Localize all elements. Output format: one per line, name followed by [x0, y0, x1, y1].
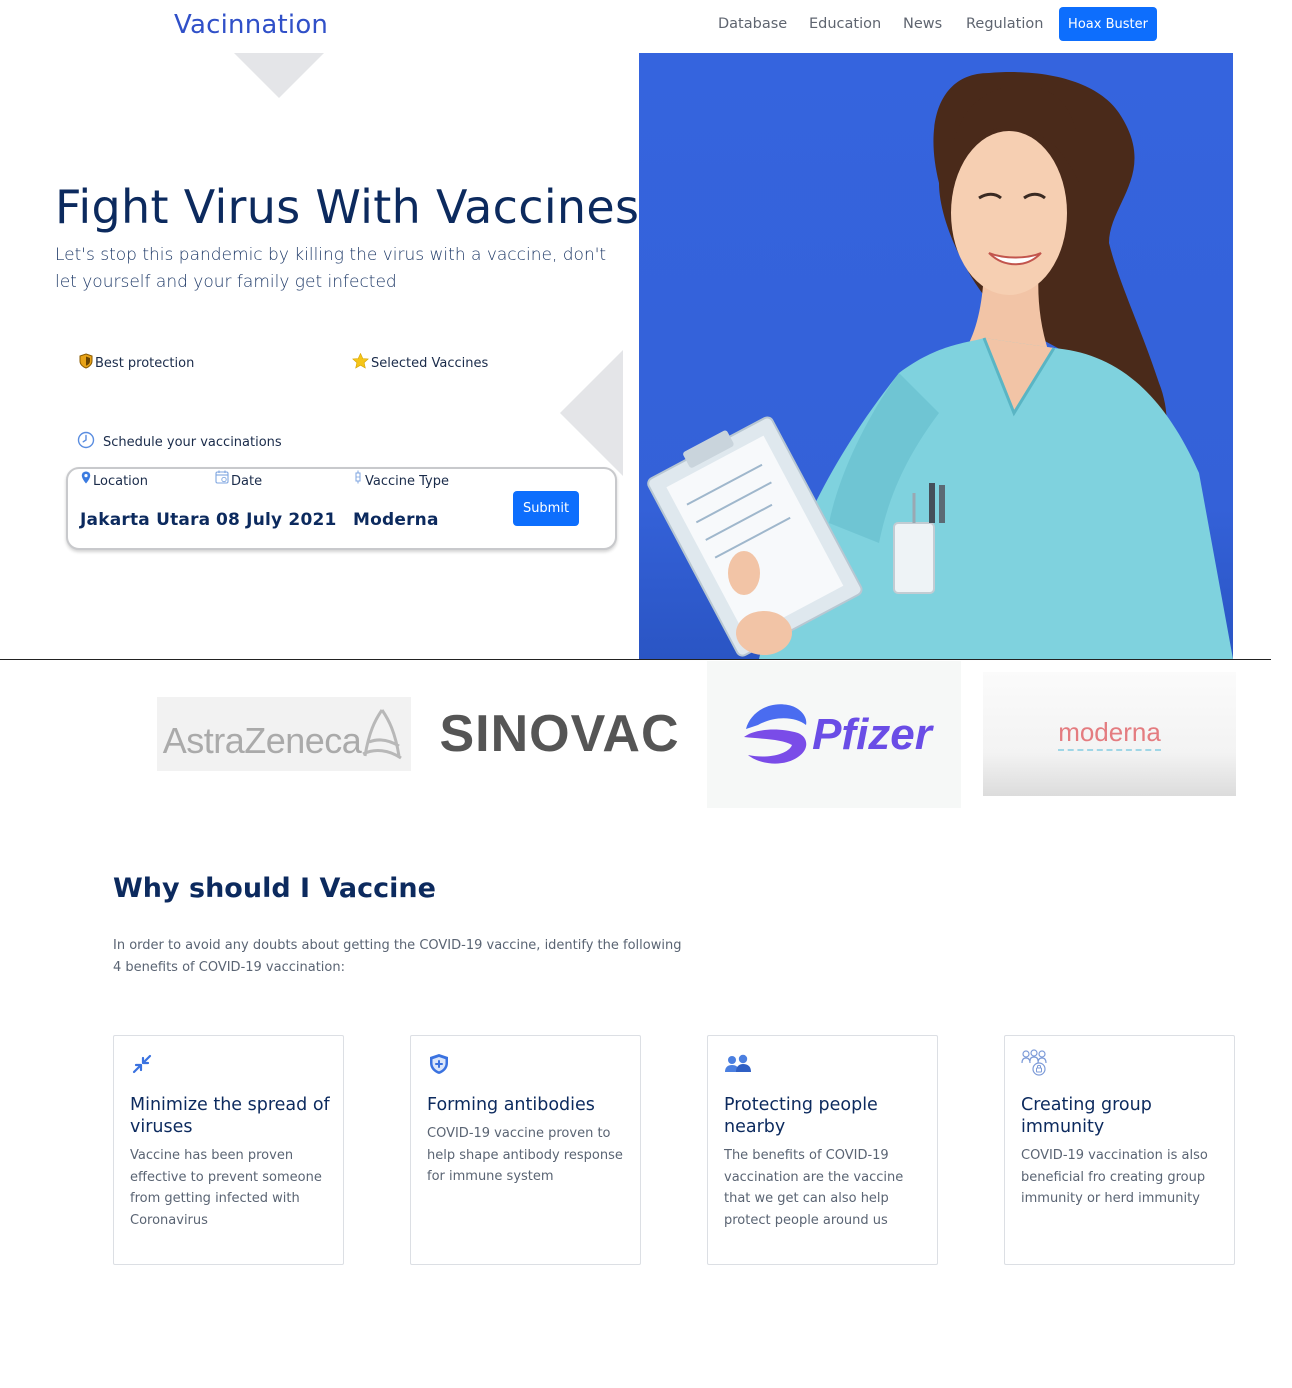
- group-lock-icon: [1021, 1049, 1049, 1077]
- benefit-card-antibodies: Forming antibodies COVID-19 vaccine prov…: [410, 1035, 641, 1265]
- card-title: Creating group immunity: [1021, 1095, 1152, 1137]
- syringe-icon: [353, 470, 363, 488]
- shield-icon: [79, 353, 93, 373]
- hero-title: Fight Virus With Vaccines: [55, 180, 640, 234]
- feature-schedule: Schedule your vaccinations: [77, 431, 282, 453]
- location-field[interactable]: Jakarta Utara: [80, 510, 210, 530]
- pfizer-logo: Pfizer: [707, 661, 961, 808]
- decorative-triangle: [560, 350, 623, 476]
- card-text: COVID-19 vaccine proven to help shape an…: [427, 1126, 623, 1184]
- sinovac-logo: SINOVAC: [439, 705, 680, 763]
- calendar-icon: [215, 470, 229, 488]
- feature-selected-vaccines: Selected Vaccines: [352, 352, 489, 373]
- section-divider: [0, 659, 1271, 660]
- vaccine-type-field[interactable]: Moderna: [353, 510, 439, 530]
- decorative-triangle: [234, 53, 324, 98]
- nav-link-news[interactable]: News: [903, 16, 942, 32]
- benefit-card-minimize-spread: Minimize the spread of viruses Vaccine h…: [113, 1035, 344, 1265]
- hoax-buster-button[interactable]: Hoax Buster: [1059, 7, 1157, 41]
- astrazeneca-mark-icon: [362, 709, 403, 760]
- pfizer-mark-icon: [744, 703, 807, 764]
- star-icon: [352, 352, 369, 373]
- feature-label: Best protection: [95, 355, 195, 371]
- submit-button[interactable]: Submit: [513, 491, 579, 526]
- card-title: Protecting people nearby: [724, 1095, 878, 1137]
- card-text: COVID-19 vaccination is also beneficial …: [1021, 1148, 1208, 1206]
- clock-icon: [77, 431, 95, 453]
- hero-image-nurse: [639, 53, 1233, 659]
- shield-plus-icon: [427, 1052, 451, 1076]
- feature-label: Selected Vaccines: [371, 355, 489, 371]
- people-icon: [724, 1052, 752, 1076]
- site-logo[interactable]: Vacinnation: [174, 10, 328, 40]
- moderna-logo: moderna: [983, 672, 1236, 796]
- card-text: The benefits of COVID-19 vaccination are…: [724, 1148, 904, 1228]
- nav-link-education[interactable]: Education: [809, 16, 881, 32]
- hero-subtitle: Let's stop this pandemic by killing the …: [55, 245, 607, 292]
- benefit-card-group-immunity: Creating group immunity COVID-19 vaccina…: [1004, 1035, 1235, 1265]
- compress-arrows-icon: [130, 1052, 154, 1076]
- date-label: Date: [215, 470, 262, 489]
- card-title: Minimize the spread of viruses: [130, 1095, 330, 1137]
- benefit-card-protecting-people: Protecting people nearby The benefits of…: [707, 1035, 938, 1265]
- feature-label: Schedule your vaccinations: [103, 434, 282, 450]
- nav-link-regulation[interactable]: Regulation: [966, 16, 1043, 32]
- astrazeneca-logo: AstraZeneca: [157, 697, 411, 771]
- feature-best-protection: Best protection: [79, 353, 194, 373]
- vaccine-type-label: Vaccine Type: [353, 470, 449, 489]
- why-section-title: Why should I Vaccine: [113, 873, 436, 904]
- date-field[interactable]: 08 July 2021: [216, 510, 337, 530]
- card-title: Forming antibodies: [427, 1095, 595, 1115]
- map-pin-icon: [81, 471, 91, 488]
- why-section-description: In order to avoid any doubts about getti…: [113, 938, 682, 975]
- location-label: Location: [81, 471, 148, 489]
- card-text: Vaccine has been proven effective to pre…: [130, 1148, 322, 1228]
- nav-link-database[interactable]: Database: [718, 16, 787, 32]
